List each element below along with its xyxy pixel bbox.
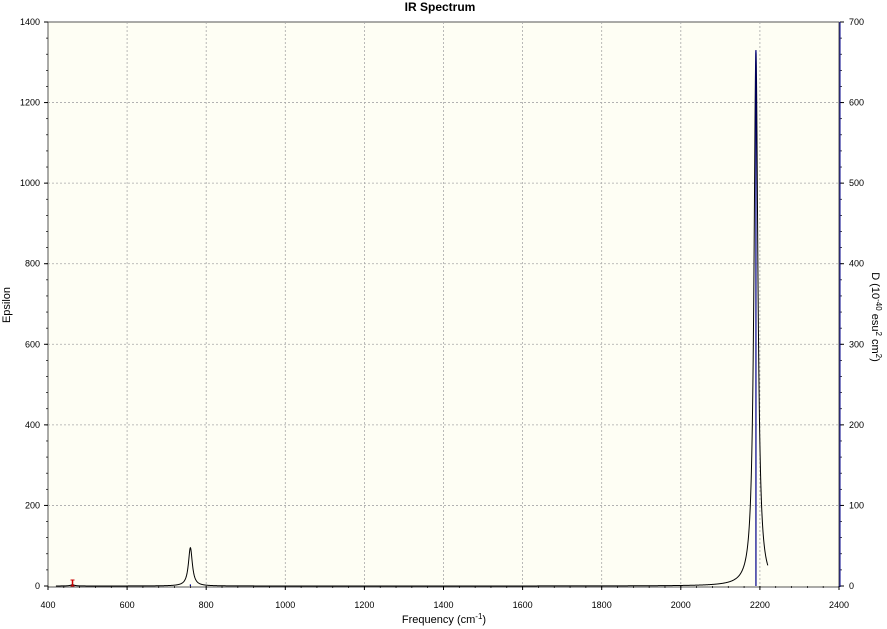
chart-title: IR Spectrum (405, 0, 476, 14)
y-left-tick-label: 200 (25, 500, 40, 510)
x-axis-label: Frequency (cm-1) (402, 612, 486, 626)
y-left-tick-label: 600 (25, 339, 40, 349)
y-axis-label-right: D (10-40 esu2 cm2) (869, 272, 883, 362)
y-right-tick-label: 700 (849, 17, 864, 27)
y-left-tick-label: 0 (35, 581, 40, 591)
x-tick-label: 600 (120, 600, 135, 610)
x-tick-label: 1200 (354, 600, 374, 610)
x-tick-label: 1400 (433, 600, 453, 610)
x-tick-label: 2200 (750, 600, 770, 610)
y-left-tick-label: 1200 (20, 98, 40, 108)
x-tick-label: 400 (40, 600, 55, 610)
x-tick-label: 1000 (275, 600, 295, 610)
y-left-tick-label: 1000 (20, 178, 40, 188)
x-tick-label: 1800 (592, 600, 612, 610)
x-tick-label: 2400 (829, 600, 849, 610)
y-axis-label-left: Epsilon (1, 287, 13, 323)
x-tick-label: 1600 (513, 600, 533, 610)
x-tick-label: 800 (199, 600, 214, 610)
ir-spectrum-chart: IR Spectrum 400 600 800 1000 1200 1400 1600 180… (1, 0, 883, 626)
y-right-tick-label: 600 (849, 98, 864, 108)
y-right-tick-label: 200 (849, 420, 864, 430)
y-right-tick-label: 400 (849, 259, 864, 269)
y-right-tick-label: 0 (849, 581, 854, 591)
x-tick-label: 2000 (671, 600, 691, 610)
y-right-tick-label: 500 (849, 178, 864, 188)
y-left-tick-label: 400 (25, 420, 40, 430)
y-left-tick-label: 800 (25, 259, 40, 269)
y-right-tick-label: 300 (849, 339, 864, 349)
y-left-tick-label: 1400 (20, 17, 40, 27)
y-right-tick-label: 100 (849, 500, 864, 510)
